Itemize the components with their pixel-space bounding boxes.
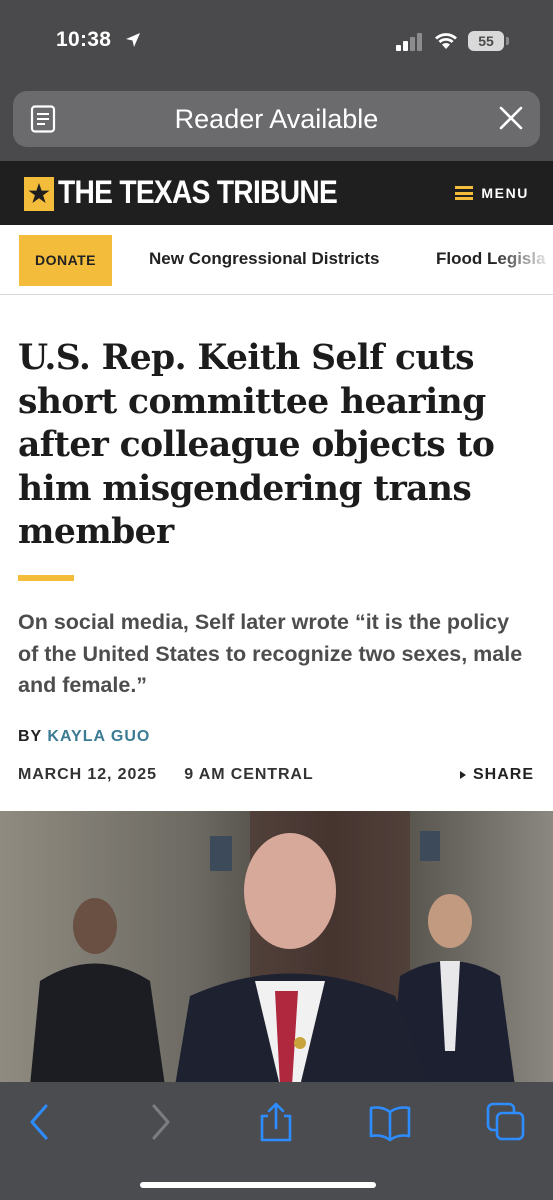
menu-label: MENU bbox=[481, 185, 529, 201]
article-headline: U.S. Rep. Keith Self cuts short committe… bbox=[18, 338, 495, 553]
share-label: SHARE bbox=[472, 766, 534, 783]
byline: BY KAYLA GUO bbox=[18, 728, 150, 746]
browser-top-chrome: 10:38 55 Reader Available bbox=[0, 0, 553, 161]
battery-indicator: 55 bbox=[468, 31, 504, 51]
menu-button[interactable]: MENU bbox=[455, 185, 529, 201]
status-time: 10:38 bbox=[56, 28, 112, 51]
share-icon[interactable] bbox=[254, 1100, 298, 1144]
author-link[interactable]: KAYLA GUO bbox=[47, 728, 150, 745]
publish-time: 9 AM CENTRAL bbox=[184, 766, 314, 783]
share-triangle-icon bbox=[459, 771, 466, 779]
logo-star-icon[interactable] bbox=[24, 177, 54, 211]
nav-link-congressional-districts[interactable]: New Congressional Districts bbox=[149, 249, 380, 269]
bookmarks-icon[interactable] bbox=[368, 1100, 412, 1144]
close-icon[interactable] bbox=[498, 105, 524, 131]
hamburger-icon bbox=[455, 186, 474, 200]
wifi-icon bbox=[435, 33, 457, 49]
nav-fade bbox=[493, 225, 553, 294]
location-arrow-icon bbox=[126, 33, 140, 47]
home-indicator bbox=[140, 1182, 376, 1188]
cellular-signal-icon bbox=[396, 33, 422, 51]
share-button[interactable]: SHARE bbox=[459, 766, 534, 784]
donate-button[interactable]: DONATE bbox=[19, 235, 112, 286]
byline-prefix: BY bbox=[18, 728, 42, 745]
dateline: MARCH 12, 2025 9 AM CENTRAL bbox=[18, 766, 314, 784]
battery-tip bbox=[506, 37, 509, 45]
site-logo[interactable]: THE TEXAS TRIBUNE bbox=[58, 174, 338, 211]
topic-nav: DONATE New Congressional Districts Flood… bbox=[0, 225, 553, 295]
back-icon[interactable] bbox=[18, 1100, 62, 1144]
reader-available-label: Reader Available bbox=[174, 104, 379, 134]
accent-rule bbox=[18, 575, 74, 581]
photo-illustration bbox=[0, 811, 553, 1086]
article-photo[interactable] bbox=[0, 811, 553, 1086]
forward-icon[interactable] bbox=[138, 1100, 182, 1144]
article-dek: On social media, Self later wrote “it is… bbox=[18, 610, 523, 697]
site-header: THE TEXAS TRIBUNE MENU bbox=[0, 161, 553, 225]
tabs-icon[interactable] bbox=[484, 1100, 528, 1144]
address-bar[interactable]: Reader Available bbox=[13, 91, 540, 147]
publish-date: MARCH 12, 2025 bbox=[18, 766, 157, 783]
